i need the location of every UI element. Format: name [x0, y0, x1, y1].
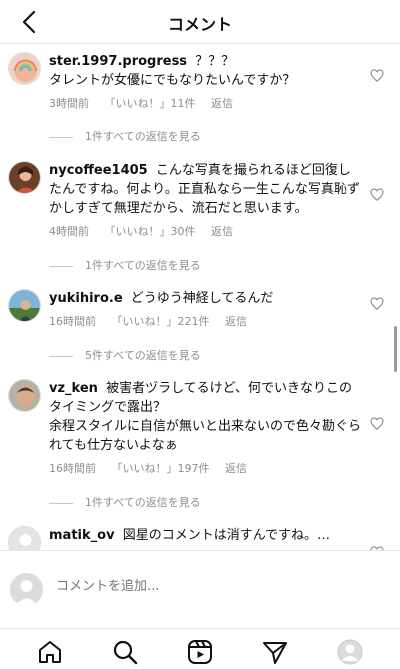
comment-body: nycoffee1405 こんな写真を撮られるほど回復したんですね。何より。正直… [49, 161, 361, 218]
heart-icon[interactable] [370, 69, 384, 83]
comment-username[interactable]: ster.1997.progress [49, 54, 187, 69]
comment-text: どうゆう神経してるんだ [130, 291, 274, 306]
view-replies-button[interactable]: 5件すべての返信を見る [49, 347, 201, 363]
comment-meta: 3時間前 「いいね！」11件 返信 [49, 95, 245, 111]
divider-line [49, 502, 73, 504]
reels-icon[interactable] [187, 639, 213, 665]
comment-meta: 16時間前 「いいね！」197件 返信 [49, 460, 259, 476]
my-avatar [10, 573, 43, 606]
view-replies-label: 1件すべての返信を見る [85, 496, 201, 509]
comment-body: matik_ov 図星のコメントは消すんですね。… [49, 526, 361, 545]
avatar[interactable] [8, 161, 41, 194]
comment-body: ster.1997.progress ？？？ タレントが女優にでもなりたいんです… [49, 52, 361, 90]
heart-icon[interactable] [370, 417, 384, 431]
comment-body: yukihiro.e どうゆう神経してるんだ [49, 289, 361, 308]
divider-line [49, 355, 73, 357]
comment-meta: 16時間前 「いいね！」221件 返信 [49, 313, 259, 329]
comment-username[interactable]: yukihiro.e [49, 291, 123, 306]
comment-body: vz_ken 被害者ヅラしてるけど、何でいきなりこのタイミングで露出？ 余程スタ… [49, 379, 361, 455]
comment-list[interactable]: ster.1997.progress ？？？ タレントが女優にでもなりたいんです… [0, 44, 400, 550]
bottom-tab-bar [0, 628, 400, 669]
comment-time: 16時間前 [49, 315, 96, 328]
scrollbar[interactable] [394, 326, 397, 372]
comment-text-2: 余程スタイルに自信が無いと出来ないので色々勘ぐられても仕方ないよなぁ [49, 419, 362, 453]
reply-button[interactable]: 返信 [225, 462, 247, 475]
view-replies-button[interactable]: 1件すべての返信を見る [49, 257, 201, 273]
view-replies-button[interactable]: 1件すべての返信を見る [49, 128, 201, 144]
comment-username[interactable]: matik_ov [49, 528, 115, 543]
profile-icon[interactable] [337, 639, 363, 665]
direct-message-icon[interactable] [262, 639, 288, 665]
divider-line [49, 136, 73, 138]
comment-time: 16時間前 [49, 462, 96, 475]
home-icon[interactable] [37, 639, 63, 665]
comment-text-1: ？？？ [195, 54, 235, 69]
comment-time: 4時間前 [49, 225, 89, 238]
comment-likes[interactable]: 「いいね！」197件 [112, 462, 210, 475]
reply-button[interactable]: 返信 [225, 315, 247, 328]
search-icon[interactable] [112, 639, 138, 665]
comment-likes[interactable]: 「いいね！」221件 [112, 315, 210, 328]
reply-button[interactable]: 返信 [211, 225, 233, 238]
comment-text-2: タレントが女優にでもなりたいんですか？ [49, 73, 296, 88]
view-replies-button[interactable]: 1件すべての返信を見る [49, 494, 201, 510]
comment-input[interactable] [56, 579, 376, 594]
divider-line [49, 265, 73, 267]
comment-meta: 4時間前 「いいね！」30件 返信 [49, 223, 245, 239]
avatar[interactable] [8, 52, 41, 85]
comment-username[interactable]: nycoffee1405 [49, 163, 148, 178]
view-replies-label: 1件すべての返信を見る [85, 259, 201, 272]
avatar[interactable] [8, 379, 41, 412]
comment-username[interactable]: vz_ken [49, 381, 98, 396]
page-title: コメント [167, 15, 232, 34]
view-replies-label: 1件すべての返信を見る [85, 130, 201, 143]
avatar[interactable] [8, 289, 41, 322]
comment-text: 図星のコメントは消すんですね。… [122, 528, 331, 543]
comment-time: 3時間前 [49, 97, 89, 110]
heart-icon[interactable] [370, 297, 384, 311]
avatar[interactable] [8, 526, 41, 550]
comment-likes[interactable]: 「いいね！」30件 [105, 225, 196, 238]
heart-icon[interactable] [370, 188, 384, 202]
reply-button[interactable]: 返信 [211, 97, 233, 110]
comment-composer [0, 550, 400, 628]
header-bar: コメント [0, 0, 400, 44]
view-replies-label: 5件すべての返信を見る [85, 349, 201, 362]
comment-likes[interactable]: 「いいね！」11件 [105, 97, 196, 110]
